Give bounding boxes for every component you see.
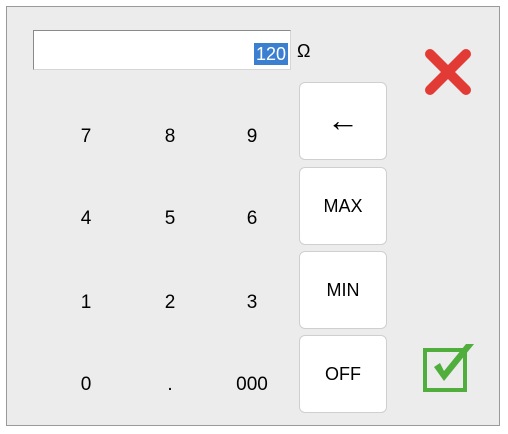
key-7[interactable]: 7 [56, 117, 116, 157]
key-5[interactable]: 5 [140, 199, 200, 239]
checkbox-check-icon [423, 344, 474, 392]
key-9[interactable]: 9 [222, 117, 282, 157]
key-1[interactable]: 1 [56, 283, 116, 323]
max-button[interactable]: MAX [299, 167, 387, 245]
max-label: MAX [323, 196, 363, 216]
min-label: MIN [326, 280, 360, 300]
confirm-button[interactable] [422, 341, 478, 393]
key-0[interactable]: 0 [56, 365, 116, 405]
key-6[interactable]: 6 [222, 199, 282, 239]
numeric-keypad-dialog: 120 Ω 7 8 9 4 5 6 1 2 3 0 . 000 ← MAX MI… [6, 6, 500, 426]
min-button[interactable]: MIN [299, 251, 387, 329]
close-button[interactable] [423, 47, 473, 97]
unit-label: Ω [297, 41, 311, 61]
key-decimal[interactable]: . [140, 365, 200, 405]
key-8[interactable]: 8 [140, 117, 200, 157]
key-4[interactable]: 4 [56, 199, 116, 239]
key-3[interactable]: 3 [222, 283, 282, 323]
value-text: 120 [253, 43, 288, 65]
backspace-icon: ← [327, 102, 359, 138]
backspace-button[interactable]: ← [299, 82, 387, 160]
off-button[interactable]: OFF [299, 335, 387, 413]
value-input[interactable]: 120 [33, 30, 291, 70]
off-label: OFF [325, 364, 361, 384]
key-000[interactable]: 000 [222, 365, 282, 405]
key-2[interactable]: 2 [140, 283, 200, 323]
close-icon [425, 49, 471, 95]
